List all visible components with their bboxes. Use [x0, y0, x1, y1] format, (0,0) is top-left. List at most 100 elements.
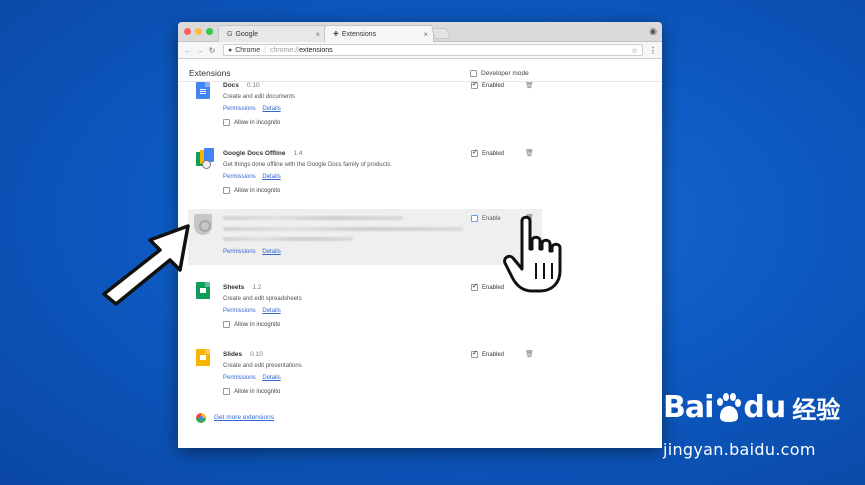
close-tab-icon[interactable]: ×: [423, 30, 428, 39]
bookmark-star-icon[interactable]: ☆: [631, 46, 638, 55]
blurred-description: [223, 227, 463, 231]
sheets-icon: [196, 282, 210, 299]
allow-incognito-option[interactable]: Allow in incognito: [223, 187, 280, 194]
new-tab-button[interactable]: [430, 28, 452, 39]
window-controls: [184, 28, 213, 35]
incognito-checkbox[interactable]: [223, 388, 230, 395]
incognito-checkbox[interactable]: [223, 119, 230, 126]
back-icon[interactable]: ←: [182, 46, 194, 55]
baidu-logo: Bai du 经验: [663, 390, 840, 425]
incognito-checkbox[interactable]: [223, 187, 230, 194]
enabled-checkbox[interactable]: [471, 148, 478, 157]
extension-links: Permissions Details: [223, 106, 286, 112]
extension-links: Permissions Details: [223, 308, 286, 314]
incognito-label: Allow in incognito: [234, 119, 281, 126]
profile-icon[interactable]: ◉: [649, 26, 657, 37]
extension-links: Permissions Details: [223, 249, 286, 255]
google-g-icon: G: [227, 30, 233, 38]
menu-icon[interactable]: ⋮: [648, 46, 658, 55]
incognito-checkbox[interactable]: [223, 321, 230, 328]
enabled-checkbox[interactable]: [471, 80, 478, 89]
details-link[interactable]: Details: [262, 174, 280, 180]
developer-mode-checkbox[interactable]: [470, 70, 477, 77]
url-path: extensions: [299, 46, 333, 54]
hand-cursor-icon: [503, 215, 562, 293]
details-link[interactable]: Details: [262, 106, 280, 112]
page-header: Extensions Developer mode: [178, 60, 662, 82]
reload-icon[interactable]: ↻: [206, 46, 218, 55]
shield-icon: [194, 214, 212, 235]
developer-mode-label: Developer mode: [481, 70, 529, 77]
details-link[interactable]: Details: [262, 249, 280, 255]
extension-name: Sheets 1.2: [223, 284, 262, 291]
permissions-link[interactable]: Permissions: [223, 106, 256, 112]
address-bar[interactable]: ● Chrome | chrome:// extensions ☆: [223, 44, 643, 56]
forward-icon[interactable]: →: [194, 46, 206, 55]
zoom-window-button[interactable]: [206, 28, 213, 35]
omnibox-separator: |: [264, 46, 266, 54]
extension-item-google-docs-offline: Google Docs Offline 1.4 Get things done o…: [188, 142, 542, 204]
tab-label: Google: [235, 30, 259, 38]
extension-version: 0.10: [250, 351, 263, 358]
extension-item-docs: Docs 0.10 Create and edit documents Permi…: [188, 74, 542, 134]
web-store-icon: [196, 413, 208, 423]
trash-icon[interactable]: 🗑: [525, 149, 534, 157]
pointer-arrow-icon: [102, 224, 190, 306]
brand-jingyan: 经验: [792, 396, 841, 424]
trash-icon[interactable]: 🗑: [525, 350, 534, 358]
watermark-url: jingyan.baidu.com: [663, 440, 816, 459]
trash-icon[interactable]: 🗑: [525, 81, 534, 89]
minimize-window-button[interactable]: [195, 28, 202, 35]
details-link[interactable]: Details: [262, 375, 280, 381]
permissions-link[interactable]: Permissions: [223, 174, 256, 180]
developer-mode-toggle[interactable]: Developer mode: [470, 70, 529, 77]
url-host: chrome://: [269, 46, 300, 54]
extension-version: 1.4: [293, 150, 303, 157]
brand-du: du: [743, 390, 787, 425]
tab-google[interactable]: G Google ×: [218, 25, 326, 42]
browser-toolbar: ← → ↻ ● Chrome | chrome:// extensions ☆ …: [178, 42, 662, 59]
incognito-label: Allow in incognito: [234, 187, 281, 194]
enabled-checkbox[interactable]: [471, 282, 478, 291]
extension-item-slides: Slides 0.10 Create and edit presentations…: [188, 343, 542, 405]
enabled-label: Enabled: [482, 82, 505, 89]
docs-icon: [196, 82, 210, 99]
incognito-label: Allow in incognito: [234, 388, 281, 395]
get-more-extensions-link[interactable]: Get more extensions: [214, 414, 274, 421]
incognito-label: Allow in incognito: [234, 321, 281, 328]
puzzle-icon: ✚: [333, 31, 339, 38]
extension-links: Permissions Details: [223, 375, 286, 381]
extension-version: 0.10: [246, 82, 260, 89]
extension-name: Google Docs Offline 1.4: [223, 150, 303, 157]
permissions-link[interactable]: Permissions: [223, 249, 256, 255]
docs-offline-icon: [196, 148, 216, 170]
allow-incognito-option[interactable]: Allow in incognito: [223, 388, 280, 395]
allow-incognito-option[interactable]: Allow in incognito: [223, 321, 280, 328]
enabled-toggle[interactable]: Enabled: [471, 80, 505, 89]
tab-strip: G Google × ✚ Extensions × ◉: [178, 22, 662, 42]
allow-incognito-option[interactable]: Allow in incognito: [223, 119, 280, 126]
enabled-label: Enabled: [482, 351, 505, 358]
details-link[interactable]: Details: [262, 308, 280, 314]
extension-description: Get things done offline with the Google …: [223, 162, 392, 168]
enabled-checkbox[interactable]: [471, 349, 478, 358]
blurred-name: [223, 216, 403, 220]
extension-version: 1.2: [252, 284, 262, 291]
permissions-link[interactable]: Permissions: [223, 375, 256, 381]
enable-toggle[interactable]: Enable: [471, 215, 501, 222]
tab-extensions[interactable]: ✚ Extensions ×: [324, 25, 434, 42]
enable-label: Enable: [482, 215, 501, 222]
close-window-button[interactable]: [184, 28, 191, 35]
permissions-link[interactable]: Permissions: [223, 308, 256, 314]
enable-checkbox[interactable]: [471, 215, 478, 222]
enabled-toggle[interactable]: Enabled: [471, 148, 504, 157]
browser-window: G Google × ✚ Extensions × ◉ ← → ↻ ● Chro…: [178, 22, 662, 448]
brand-bai: Bai: [663, 390, 714, 425]
extension-name: Slides 0.10: [223, 351, 263, 358]
close-tab-icon[interactable]: ×: [315, 30, 320, 39]
page-title: Extensions: [189, 68, 231, 78]
enabled-toggle[interactable]: Enabled: [471, 349, 505, 358]
extension-item-disabled: Permissions Details Enable 🗑: [188, 209, 542, 265]
extension-description: Create and edit spreadsheets: [223, 296, 302, 302]
extensions-page: Extensions Developer mode Docs 0.10 Creat…: [178, 60, 662, 448]
